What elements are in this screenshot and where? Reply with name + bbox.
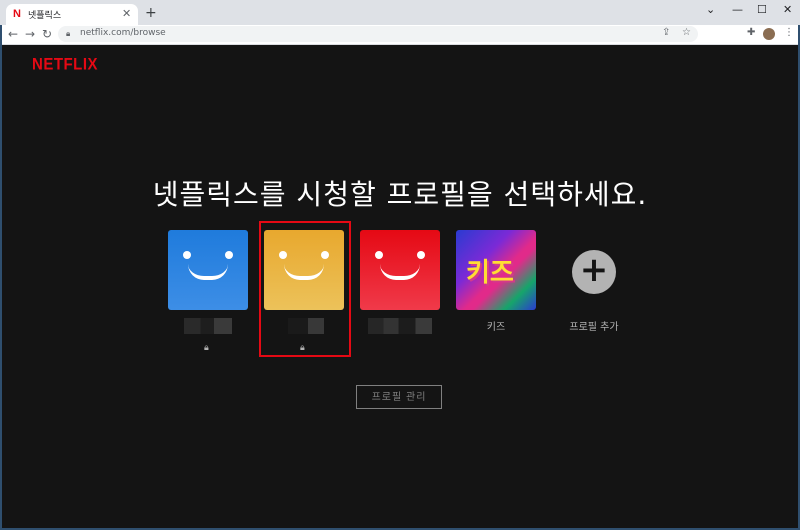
address-bar[interactable]: 🔒︎ netflix.com/browse ⇪ ☆ xyxy=(58,26,698,42)
close-window-button[interactable]: ✕ xyxy=(783,3,792,16)
eye-left xyxy=(183,251,191,259)
tab-search-dropdown-icon[interactable]: ⌄ xyxy=(706,3,715,16)
eye-right xyxy=(225,251,233,259)
add-profile[interactable]: + 프로필 추가 xyxy=(552,230,632,333)
manage-profiles-button[interactable]: 프로필 관리 xyxy=(356,385,442,409)
lock-icon: 🔒︎ xyxy=(66,29,71,38)
smile xyxy=(188,264,228,280)
smile xyxy=(380,264,420,280)
profile-avatar-red[interactable] xyxy=(360,230,440,310)
window-border-left xyxy=(0,25,2,530)
forward-icon[interactable]: → xyxy=(25,26,35,42)
minimize-button[interactable]: — xyxy=(732,3,743,16)
profile-name: 키즈 xyxy=(486,322,506,333)
selection-highlight xyxy=(259,221,351,357)
kids-icon[interactable]: 키즈 xyxy=(456,230,536,310)
page-title: 넷플릭스를 시청할 프로필을 선택하세요. xyxy=(152,178,648,211)
browser-tab[interactable]: N 넷플릭스 ✕ xyxy=(6,4,138,25)
profile-3[interactable] xyxy=(360,230,440,334)
profile-name: 프로필 추가 xyxy=(569,322,619,333)
profile-avatar-blue[interactable] xyxy=(168,230,248,310)
netflix-page: NETFLIX 넷플릭스를 시청할 프로필을 선택하세요. 🔒︎ 🔒︎ 키즈 키… xyxy=(2,45,798,528)
url-text: netflix.com/browse xyxy=(80,28,166,38)
extensions-icon[interactable]: ✚ xyxy=(747,27,755,38)
lock-icon: 🔒︎ xyxy=(204,343,209,353)
eye-left xyxy=(375,251,383,259)
profile-kids[interactable]: 키즈 키즈 xyxy=(456,230,536,333)
browser-titlebar: N 넷플릭스 ✕ + ⌄ — ☐ ✕ xyxy=(0,0,800,25)
menu-icon[interactable]: ⋮ xyxy=(784,27,794,38)
share-icon[interactable]: ⇪ xyxy=(662,27,670,38)
profile-name-redacted xyxy=(368,318,432,334)
browser-toolbar: ← → ↻ 🔒︎ netflix.com/browse ⇪ ☆ ✚ ⋮ xyxy=(0,25,800,45)
add-circle-icon: + xyxy=(572,250,616,294)
new-tab-button[interactable]: + xyxy=(145,6,157,20)
profile-name-redacted xyxy=(184,318,232,334)
netflix-favicon-icon: N xyxy=(13,8,21,20)
eye-right xyxy=(417,251,425,259)
profile-1[interactable]: 🔒︎ xyxy=(168,230,248,353)
reload-icon[interactable]: ↻ xyxy=(42,26,52,42)
netflix-logo[interactable]: NETFLIX xyxy=(32,55,98,74)
profile-avatar[interactable] xyxy=(763,28,775,40)
maximize-button[interactable]: ☐ xyxy=(757,3,767,16)
kids-badge-text: 키즈 xyxy=(466,258,514,288)
add-profile-tile[interactable]: + xyxy=(552,230,632,310)
back-icon[interactable]: ← xyxy=(8,26,18,42)
plus-icon: + xyxy=(579,250,609,290)
tab-close-icon[interactable]: ✕ xyxy=(122,7,131,20)
bookmark-star-icon[interactable]: ☆ xyxy=(682,27,691,38)
tab-title: 넷플릭스 xyxy=(28,11,62,21)
